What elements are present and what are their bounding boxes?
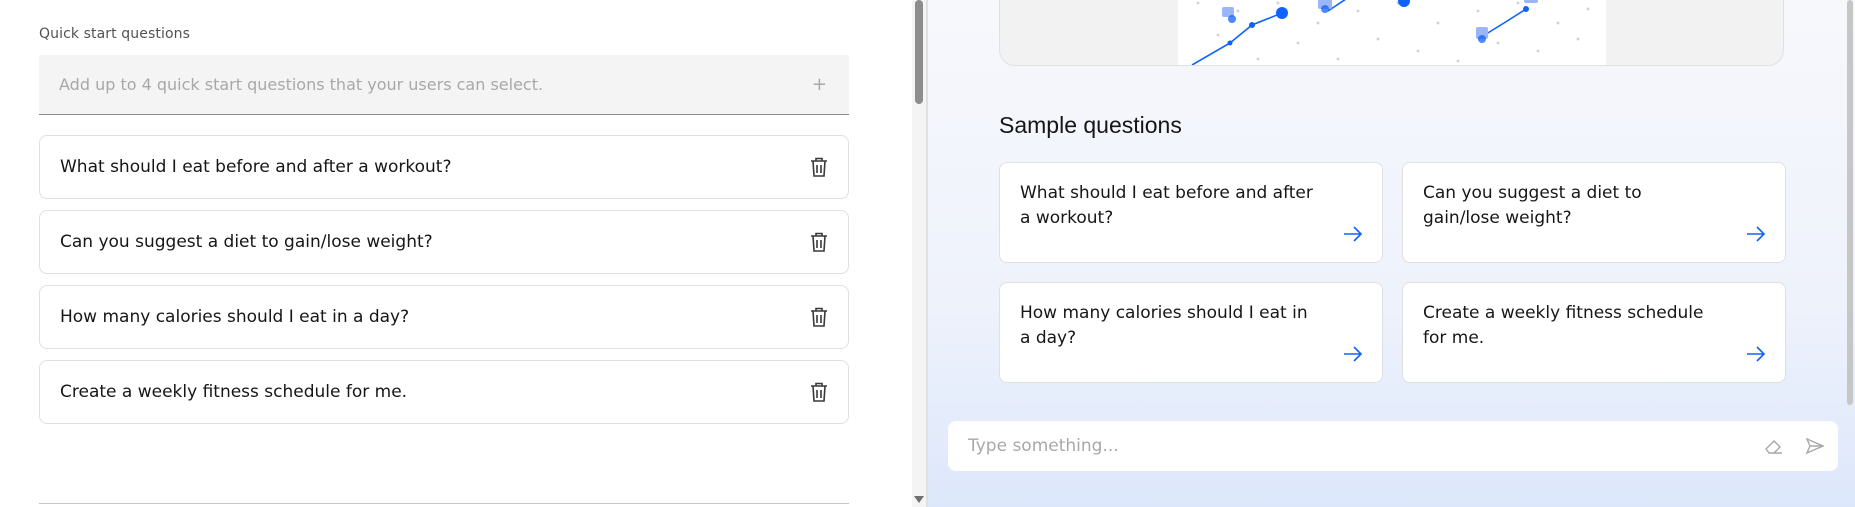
sample-question-card[interactable]: Create a weekly fitness schedule for me. — [1402, 282, 1786, 383]
arrow-right-icon — [1344, 226, 1363, 242]
eraser-icon[interactable] — [1764, 437, 1784, 455]
quick-start-item: Create a weekly fitness schedule for me. — [39, 360, 849, 424]
trash-icon[interactable] — [810, 232, 828, 252]
hero-illustration — [1178, 0, 1606, 65]
quick-start-input-placeholder[interactable]: Add up to 4 quick start questions that y… — [59, 75, 543, 94]
scroll-down-icon[interactable] — [914, 496, 924, 503]
sample-question-card[interactable]: What should I eat before and after a wor… — [999, 162, 1383, 263]
preview-scrollbar[interactable] — [1847, 0, 1853, 405]
chat-input-actions — [1764, 437, 1824, 455]
sample-question-text: Can you suggest a diet to gain/lose weig… — [1423, 183, 1642, 228]
quick-start-item: How many calories should I eat in a day? — [39, 285, 849, 349]
sample-question-text: What should I eat before and after a wor… — [1020, 183, 1313, 228]
trash-icon[interactable] — [810, 157, 828, 177]
scroll-thumb[interactable] — [915, 0, 923, 104]
quick-start-editor: Quick start questions Add up to 4 quick … — [0, 0, 912, 507]
quick-start-list: What should I eat before and after a wor… — [39, 135, 849, 435]
arrow-right-icon — [1344, 346, 1363, 362]
arrow-right-icon — [1747, 346, 1766, 362]
sample-question-text: How many calories should I eat in a day? — [1020, 303, 1308, 348]
trash-icon[interactable] — [810, 382, 828, 402]
chat-input-placeholder[interactable]: Type something... — [968, 436, 1119, 456]
sample-question-card[interactable]: Can you suggest a diet to gain/lose weig… — [1402, 162, 1786, 263]
arrow-right-icon — [1747, 226, 1766, 242]
section-divider — [39, 503, 849, 504]
left-scrollbar[interactable] — [912, 0, 926, 507]
trash-icon[interactable] — [810, 307, 828, 327]
quick-start-item: What should I eat before and after a wor… — [39, 135, 849, 199]
quick-start-item-text: What should I eat before and after a wor… — [60, 157, 452, 177]
chat-input[interactable]: Type something... — [948, 421, 1838, 471]
sample-questions-title: Sample questions — [999, 112, 1182, 138]
plus-icon[interactable]: + — [812, 75, 827, 94]
quick-start-input[interactable]: Add up to 4 quick start questions that y… — [39, 55, 849, 115]
hero-card — [999, 0, 1784, 66]
chat-preview: Sample questions What should I eat befor… — [928, 0, 1855, 507]
sample-question-card[interactable]: How many calories should I eat in a day? — [999, 282, 1383, 383]
sample-question-text: Create a weekly fitness schedule for me. — [1423, 303, 1704, 348]
quick-start-label: Quick start questions — [39, 26, 190, 42]
quick-start-item-text: Create a weekly fitness schedule for me. — [60, 382, 408, 402]
send-icon[interactable] — [1806, 438, 1824, 454]
quick-start-item-text: Can you suggest a diet to gain/lose weig… — [60, 232, 433, 252]
quick-start-item: Can you suggest a diet to gain/lose weig… — [39, 210, 849, 274]
quick-start-item-text: How many calories should I eat in a day? — [60, 307, 410, 327]
